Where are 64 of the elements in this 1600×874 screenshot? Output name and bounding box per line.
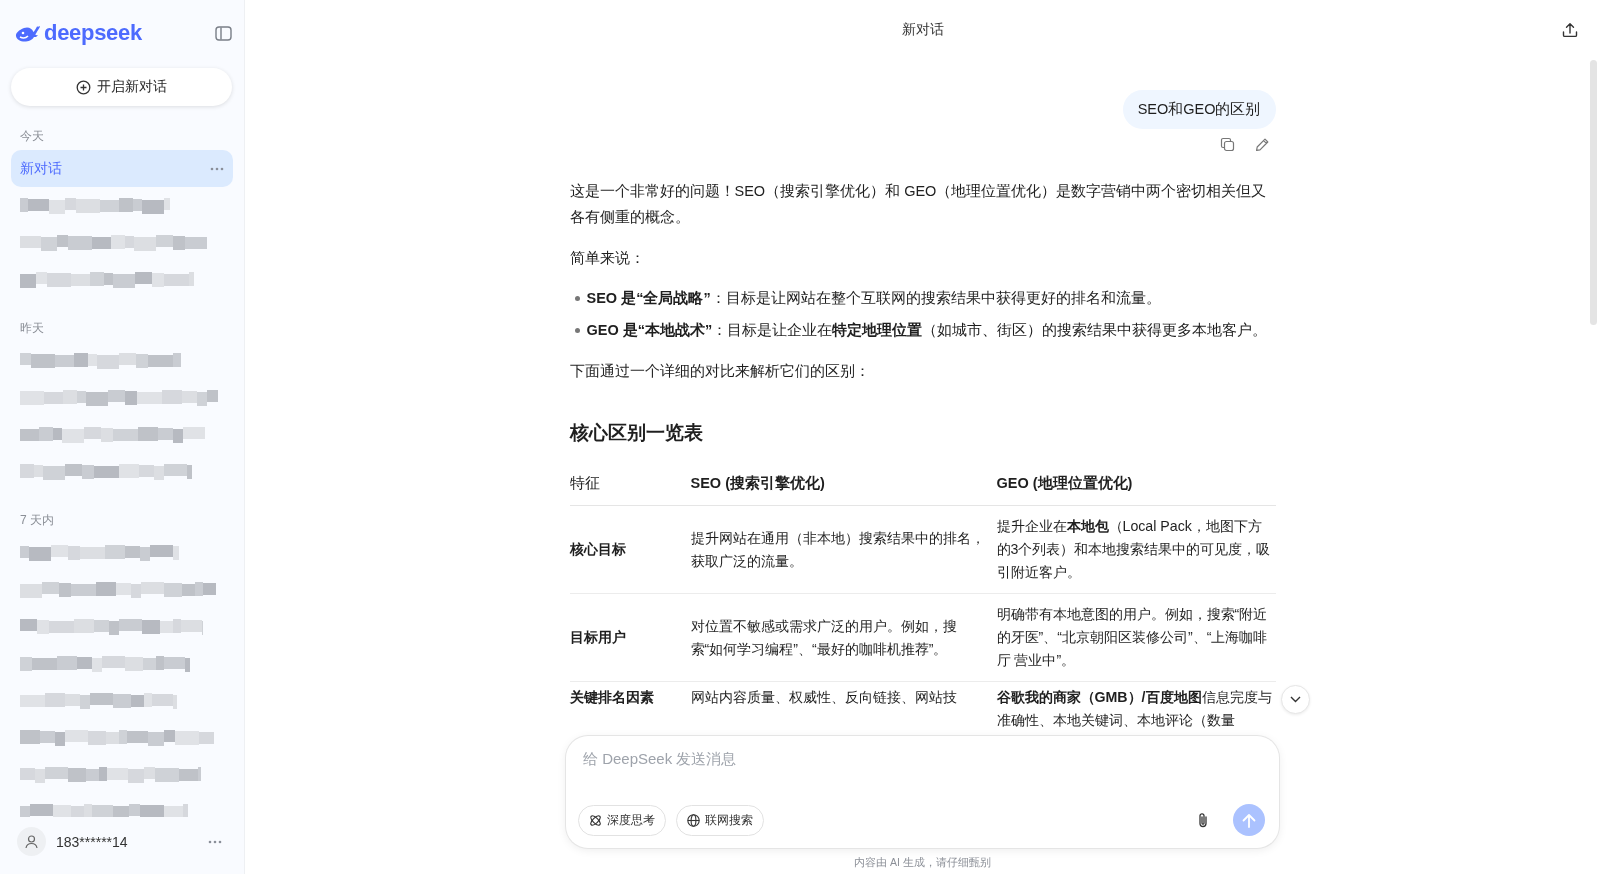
group-label: 昨天 bbox=[19, 320, 45, 337]
toggle-button[interactable]: 联网搜索 bbox=[676, 804, 764, 836]
section-heading: 核心区别一览表 bbox=[569, 421, 704, 445]
disclaimer-text: 内容由 AI 生成，请仔细甄别 bbox=[853, 855, 992, 870]
plus-icon bbox=[76, 79, 91, 95]
logo-text: deepseek bbox=[44, 20, 142, 46]
scrollbar-thumb[interactable] bbox=[1590, 60, 1597, 325]
blurred-title[interactable] bbox=[20, 271, 194, 288]
user-message: SEO和GEO的区别 bbox=[1122, 90, 1276, 129]
blurred-title[interactable] bbox=[20, 426, 205, 443]
bullet-point: GEO 是“本地战术”：目标是让企业在特定地理位置（如城市、街区）的搜索结果中获得更多本地客户。 bbox=[586, 321, 1268, 340]
blurred-title[interactable] bbox=[20, 389, 218, 406]
globe-icon bbox=[687, 813, 700, 827]
blurred-title[interactable] bbox=[20, 655, 190, 672]
copy-icon[interactable] bbox=[1219, 137, 1235, 152]
table-cell: 提升网站在通用（非本地）搜索结果中的排名，获取广泛的流量。 bbox=[690, 505, 997, 594]
sidebar-toggle-icon[interactable] bbox=[215, 25, 232, 41]
blurred-title[interactable] bbox=[20, 581, 216, 598]
column-header: 特征 bbox=[569, 470, 691, 506]
blurred-title[interactable] bbox=[20, 803, 188, 817]
column-header: SEO (搜索引擎优化) bbox=[690, 470, 997, 506]
paperclip-icon[interactable] bbox=[1197, 812, 1209, 828]
avatar-icon[interactable] bbox=[17, 827, 46, 856]
answer-paragraph: 下面通过一个详细的对比来解析它们的区别： bbox=[569, 362, 871, 381]
more-icon[interactable] bbox=[208, 839, 222, 844]
table-cell: 目标用户 bbox=[569, 593, 691, 682]
group-label: 7 天内 bbox=[19, 512, 55, 529]
edit-icon[interactable] bbox=[1254, 137, 1270, 152]
arrow-up-icon bbox=[1242, 812, 1256, 828]
share-icon[interactable] bbox=[1562, 22, 1578, 38]
new-chat-button[interactable]: 开启新对话 bbox=[11, 68, 232, 106]
scroll-down-button[interactable] bbox=[1280, 685, 1310, 714]
blurred-title[interactable] bbox=[20, 766, 201, 783]
blurred-title[interactable] bbox=[20, 352, 181, 369]
blurred-title[interactable] bbox=[20, 234, 207, 251]
blurred-title[interactable] bbox=[20, 692, 177, 709]
blurred-title[interactable] bbox=[20, 618, 203, 635]
blurred-title[interactable] bbox=[20, 544, 179, 561]
atom-icon bbox=[589, 813, 602, 827]
chat-history-item[interactable]: 新对话 bbox=[11, 150, 233, 187]
chat-title: 新对话 bbox=[901, 21, 944, 39]
blurred-title[interactable] bbox=[20, 463, 192, 480]
chevron-down-icon bbox=[1289, 696, 1301, 703]
table-cell: 核心目标 bbox=[569, 505, 691, 594]
table-cell: 谷歌我的商家（GMB）/百度地图信息完度与准确性、本地关键词、本地评论（数量 bbox=[996, 681, 1276, 736]
blurred-title[interactable] bbox=[20, 197, 170, 214]
answer-paragraph: 简单来说： bbox=[569, 249, 646, 268]
whale-logo-icon bbox=[15, 23, 41, 43]
bullet-dot-icon bbox=[574, 295, 580, 301]
table-cell: 网站内容质量、权威性、反向链接、网站技 bbox=[690, 681, 997, 736]
column-header: GEO (地理位置优化) bbox=[996, 470, 1276, 506]
toggle-button[interactable]: 深度思考 bbox=[578, 804, 666, 836]
table-cell: 关键排名因素 bbox=[569, 681, 691, 736]
user-name: 183******14 bbox=[56, 833, 129, 850]
table-cell: 提升企业在本地包（Local Pack，地图下方的3个列表）和本地搜索结果中的可见度，吸引附近客户。 bbox=[996, 505, 1276, 594]
blurred-title[interactable] bbox=[20, 729, 214, 746]
message-input[interactable]: 给 DeepSeek 发送消息 深度思考 联网搜索 bbox=[566, 736, 1279, 848]
answer-paragraph: 这是一个非常好的问题！SEO（搜索引擎优化）和 GEO（地理位置优化）是数字营销中两个密切相关但又各有侧重的概念。 bbox=[569, 182, 1268, 227]
bullet-dot-icon bbox=[574, 327, 580, 333]
bullet-point: SEO 是“全局战略”：目标是让网站在整个互联网的搜索结果中获得更好的排名和流量。 bbox=[586, 289, 1161, 308]
group-label: 今天 bbox=[19, 128, 45, 145]
more-icon[interactable] bbox=[210, 166, 224, 171]
table-cell: 明确带有本地意图的用户。例如，搜索“附近的牙医”、“北京朝阳区装修公司”、“上海咖啡厅 营业中”。 bbox=[996, 593, 1276, 682]
table-cell: 对位置不敏感或需求广泛的用户。例如，搜索“如何学习编程”、“最好的咖啡机推荐”。 bbox=[690, 593, 997, 682]
